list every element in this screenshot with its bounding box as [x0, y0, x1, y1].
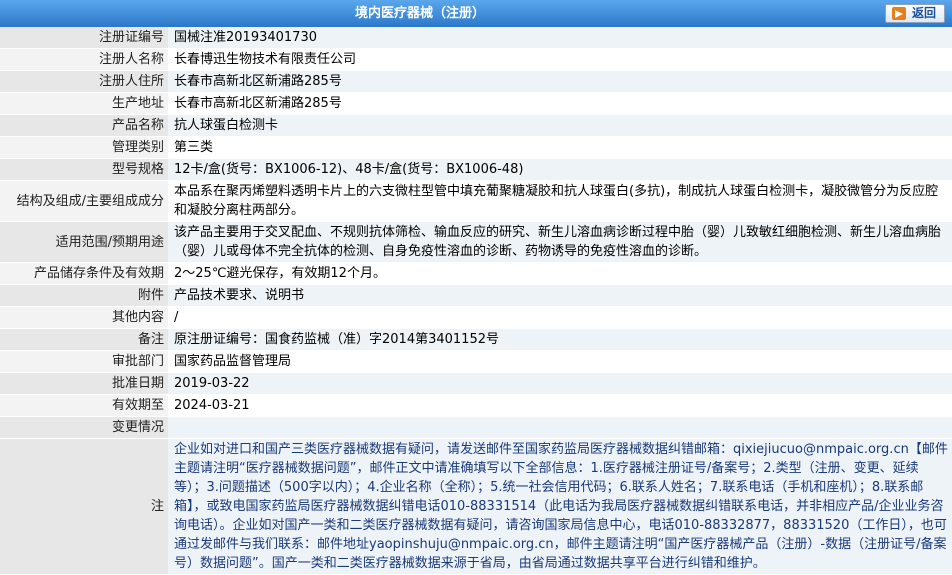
field-label: 备注: [0, 328, 168, 351]
back-button-label: 返回: [912, 6, 937, 20]
table-row: 注册人住所 长春市高新北区新浦路285号: [0, 70, 952, 93]
field-value: 国械注准20193401730: [168, 27, 952, 49]
field-label: 型号规格: [0, 158, 168, 181]
table-row: 管理类别 第三类: [0, 136, 952, 159]
field-value: 原注册证编号：国食药监械（准）字2014第3401152号: [168, 328, 952, 351]
table-row: 有效期至 2024-03-21: [0, 394, 952, 417]
field-label: 有效期至: [0, 394, 168, 417]
field-label: 变更情况: [0, 416, 168, 439]
field-value: 产品技术要求、说明书: [168, 284, 952, 307]
field-value: 2～25℃避光保存，有效期12个月。: [168, 262, 952, 285]
field-label: 审批部门: [0, 350, 168, 373]
field-label: 批准日期: [0, 372, 168, 395]
field-label: 产品储存条件及有效期: [0, 262, 168, 285]
field-value: 2019-03-22: [168, 372, 952, 395]
header-bar: 境内医疗器械（注册） 返回: [0, 0, 952, 27]
field-value: 12卡/盒(货号：BX1006-12)、48卡/盒(货号：BX1006-48): [168, 158, 952, 181]
table-row: 附件 产品技术要求、说明书: [0, 284, 952, 307]
field-value: /: [168, 306, 952, 329]
table-row: 批准日期 2019-03-22: [0, 372, 952, 395]
page-title: 境内医疗器械（注册）: [354, 6, 485, 21]
field-label: 适用范围/预期用途: [0, 221, 168, 263]
table-row: 注册人名称 长春博迅生物技术有限责任公司: [0, 48, 952, 71]
note-label: 注: [0, 438, 168, 575]
field-label: 注册人住所: [0, 70, 168, 93]
note-row: 注企业如对进口和国产三类医疗器械数据有疑问，请发送邮件至国家药监局医疗器械数据纠…: [0, 438, 952, 575]
field-label: 管理类别: [0, 136, 168, 159]
field-value: 长春市高新北区新浦路285号: [168, 70, 952, 93]
field-value: 国家药品监督管理局: [168, 350, 952, 373]
field-value: 2024-03-21: [168, 394, 952, 417]
field-value: 抗人球蛋白检测卡: [168, 114, 952, 137]
table-row: 变更情况: [0, 416, 952, 439]
note-text: 企业如对进口和国产三类医疗器械数据有疑问，请发送邮件至国家药监局医疗器械数据纠错…: [168, 438, 952, 575]
field-value: 长春市高新北区新浦路285号: [168, 92, 952, 115]
field-label: 附件: [0, 284, 168, 307]
field-label: 注册证编号: [0, 27, 168, 49]
table-row: 适用范围/预期用途 该产品主要用于交叉配血、不规则抗体筛检、输血反应的研究、新生儿…: [0, 221, 952, 263]
field-label: 注册人名称: [0, 48, 168, 71]
back-button[interactable]: 返回: [885, 4, 945, 23]
arrow-right-icon: [892, 7, 906, 20]
field-label: 产品名称: [0, 114, 168, 137]
table-row: 产品名称 抗人球蛋白检测卡: [0, 114, 952, 137]
table-row: 生产地址 长春市高新北区新浦路285号: [0, 92, 952, 115]
table-row: 型号规格 12卡/盒(货号：BX1006-12)、48卡/盒(货号：BX1006-…: [0, 158, 952, 181]
field-value: 第三类: [168, 136, 952, 159]
field-value: [168, 416, 952, 439]
detail-table: 注册证编号 国械注准20193401730 注册人名称 长春博迅生物技术有限责任公司注…: [0, 27, 952, 575]
field-value: 长春博迅生物技术有限责任公司: [168, 48, 952, 71]
table-row: 注册证编号 国械注准20193401730: [0, 27, 952, 49]
field-value: 本品系在聚丙烯塑料透明卡片上的六支微柱型管中填充葡聚糖凝胶和抗人球蛋白(多抗)，…: [168, 180, 952, 222]
table-row: 结构及组成/主要组成成分 本品系在聚丙烯塑料透明卡片上的六支微柱型管中填充葡聚糖凝…: [0, 180, 952, 222]
table-row: 审批部门 国家药品监督管理局: [0, 350, 952, 373]
table-row: 其他内容 /: [0, 306, 952, 329]
field-value: 该产品主要用于交叉配血、不规则抗体筛检、输血反应的研究、新生儿溶血病诊断过程中胎…: [168, 221, 952, 263]
field-label: 生产地址: [0, 92, 168, 115]
field-label: 其他内容: [0, 306, 168, 329]
table-row: 备注 原注册证编号：国食药监械（准）字2014第3401152号: [0, 328, 952, 351]
table-row: 产品储存条件及有效期 2～25℃避光保存，有效期12个月。: [0, 262, 952, 285]
field-label: 结构及组成/主要组成成分: [0, 180, 168, 222]
